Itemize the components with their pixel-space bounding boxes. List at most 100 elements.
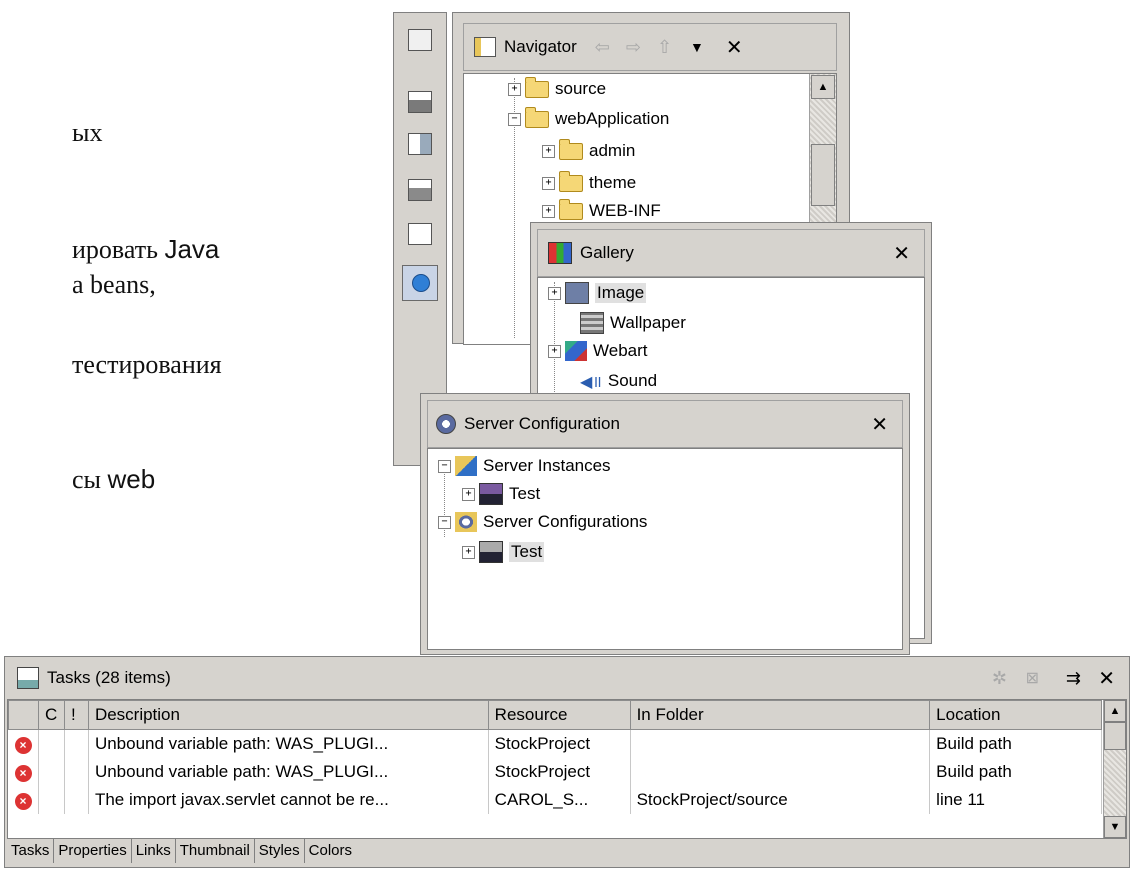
- table-row[interactable]: × Unbound variable path: WAS_PLUGI... St…: [8, 729, 1102, 758]
- page-view-icon[interactable]: [408, 223, 432, 245]
- data-view-icon[interactable]: [408, 133, 432, 155]
- tasks-scrollbar[interactable]: ▲ ▼: [1103, 700, 1126, 838]
- new-view-icon[interactable]: [408, 29, 432, 51]
- expand-icon[interactable]: +: [542, 176, 555, 190]
- tree-node-webart[interactable]: + Webart: [548, 338, 648, 364]
- wallpaper-icon: [580, 312, 604, 334]
- server-view-icon[interactable]: [408, 91, 432, 113]
- priority-cell: [64, 758, 89, 786]
- tree-node-web-inf[interactable]: + WEB-INF: [542, 198, 661, 224]
- folder-cell: [630, 758, 931, 786]
- tab-links[interactable]: Links: [132, 839, 176, 863]
- tree-node-server-configurations[interactable]: − Server Configurations: [438, 509, 647, 535]
- navigator-close-icon[interactable]: ✕: [726, 35, 743, 60]
- tab-thumbnail[interactable]: Thumbnail: [176, 839, 255, 863]
- column-header-location[interactable]: Location: [929, 700, 1102, 730]
- tasks-close-icon[interactable]: ✕: [1098, 666, 1115, 691]
- column-header-completed[interactable]: C: [37, 700, 65, 730]
- globe-icon: [412, 274, 430, 292]
- navigator-title: Navigator: [504, 37, 577, 56]
- gallery-icon: [548, 242, 572, 264]
- back-icon[interactable]: ⇦: [595, 37, 610, 58]
- tree-node-test-instance[interactable]: + Test: [462, 481, 540, 507]
- location-cell: Build path: [929, 758, 1102, 786]
- tab-tasks[interactable]: Tasks: [7, 839, 55, 863]
- gallery-title-bar: Gallery ✕: [537, 229, 925, 277]
- server-config-close-icon[interactable]: ✕: [871, 412, 888, 437]
- tree-node-image[interactable]: + Image: [548, 280, 647, 306]
- expand-icon[interactable]: +: [462, 545, 475, 559]
- tree-node-admin[interactable]: + admin: [542, 138, 635, 164]
- globe-view-icon[interactable]: [402, 265, 438, 301]
- gallery-close-icon[interactable]: ✕: [893, 241, 910, 266]
- tree-node-label: Image: [595, 283, 647, 303]
- server-config-title: Server Configuration: [464, 414, 620, 433]
- scroll-thumb[interactable]: [1104, 722, 1126, 750]
- location-cell: Build path: [929, 729, 1102, 758]
- scroll-up-icon[interactable]: ▲: [811, 75, 835, 99]
- scroll-up-icon[interactable]: ▲: [1104, 700, 1126, 722]
- column-header-in-folder[interactable]: In Folder: [629, 700, 931, 730]
- tree-node-sound[interactable]: ◀॥ Sound: [564, 368, 657, 394]
- tasks-header-row: C ! Description Resource In Folder Locat…: [8, 700, 1102, 730]
- resource-cell: StockProject: [488, 729, 631, 758]
- folder-icon: [559, 198, 583, 220]
- error-cell: ×: [8, 758, 39, 786]
- collapse-icon[interactable]: −: [438, 459, 451, 473]
- forward-icon[interactable]: ⇨: [626, 37, 641, 58]
- tab-styles[interactable]: Styles: [255, 839, 305, 863]
- filter-tasks-icon[interactable]: ⇉: [1066, 668, 1081, 689]
- tree-node-server-instances[interactable]: − Server Instances: [438, 453, 611, 479]
- navigator-title-bar: Navigator ⇦ ⇨ ⇧ ▼ ✕: [463, 23, 837, 71]
- expand-icon[interactable]: +: [548, 286, 561, 300]
- tree-node-label: Server Instances: [483, 456, 611, 475]
- column-header-priority[interactable]: !: [63, 700, 89, 730]
- folder-open-icon: [525, 106, 549, 128]
- server-configurations-icon: [455, 512, 477, 532]
- column-header-resource[interactable]: Resource: [487, 700, 631, 730]
- column-header-icon[interactable]: [8, 700, 39, 730]
- expand-icon[interactable]: +: [542, 204, 555, 218]
- error-icon: ×: [14, 737, 32, 754]
- view-menu-icon[interactable]: ▼: [690, 39, 704, 55]
- server-config-panel: Server Configuration ✕ − Server Instances…: [420, 393, 910, 655]
- scroll-thumb[interactable]: [811, 144, 835, 206]
- folder-icon: [559, 138, 583, 160]
- tree-node-test-configuration[interactable]: + Test: [462, 539, 545, 565]
- bg-text-2b: Java: [164, 234, 220, 264]
- add-task-icon[interactable]: ✲: [992, 668, 1007, 689]
- scroll-down-icon[interactable]: ▼: [1104, 816, 1126, 838]
- web-view-icon[interactable]: [408, 179, 432, 201]
- tasks-tab-bar: Tasks Properties Links Thumbnail Styles Color…: [7, 839, 356, 863]
- table-row[interactable]: × Unbound variable path: WAS_PLUGI... St…: [8, 758, 1102, 786]
- expand-icon[interactable]: +: [508, 82, 521, 96]
- completed-cell[interactable]: [38, 758, 65, 786]
- expand-icon[interactable]: +: [542, 144, 555, 158]
- server-config-icon: [436, 414, 456, 434]
- bg-text-5b: web: [107, 464, 156, 494]
- expand-icon[interactable]: +: [548, 344, 561, 358]
- expand-icon[interactable]: +: [462, 487, 475, 501]
- server-config-tree: − Server Instances + Test − Server Configur…: [427, 448, 903, 650]
- bg-text-5a: сы: [72, 465, 108, 494]
- up-icon[interactable]: ⇧: [657, 37, 672, 58]
- tree-node-webapplication[interactable]: − webApplication: [508, 106, 669, 132]
- completed-cell[interactable]: [38, 786, 65, 814]
- tree-node-label: admin: [589, 141, 636, 160]
- tab-colors[interactable]: Colors: [305, 839, 356, 863]
- priority-cell: [64, 786, 89, 814]
- description-cell: Unbound variable path: WAS_PLUGI...: [88, 729, 489, 758]
- completed-cell[interactable]: [38, 729, 65, 758]
- tree-node-label: Webart: [593, 341, 648, 360]
- tree-node-wallpaper[interactable]: Wallpaper: [564, 310, 686, 336]
- tree-node-source[interactable]: + source: [508, 76, 606, 102]
- tree-node-label: webApplication: [555, 109, 670, 128]
- delete-task-icon[interactable]: ⊠: [1026, 668, 1039, 688]
- collapse-icon[interactable]: −: [438, 515, 451, 529]
- error-cell: ×: [8, 786, 39, 814]
- table-row[interactable]: × The import javax.servlet cannot be re.…: [8, 786, 1102, 814]
- tree-node-theme[interactable]: + theme: [542, 170, 636, 196]
- tab-properties[interactable]: Properties: [54, 839, 132, 863]
- collapse-icon[interactable]: −: [508, 112, 521, 126]
- column-header-description[interactable]: Description: [87, 700, 489, 730]
